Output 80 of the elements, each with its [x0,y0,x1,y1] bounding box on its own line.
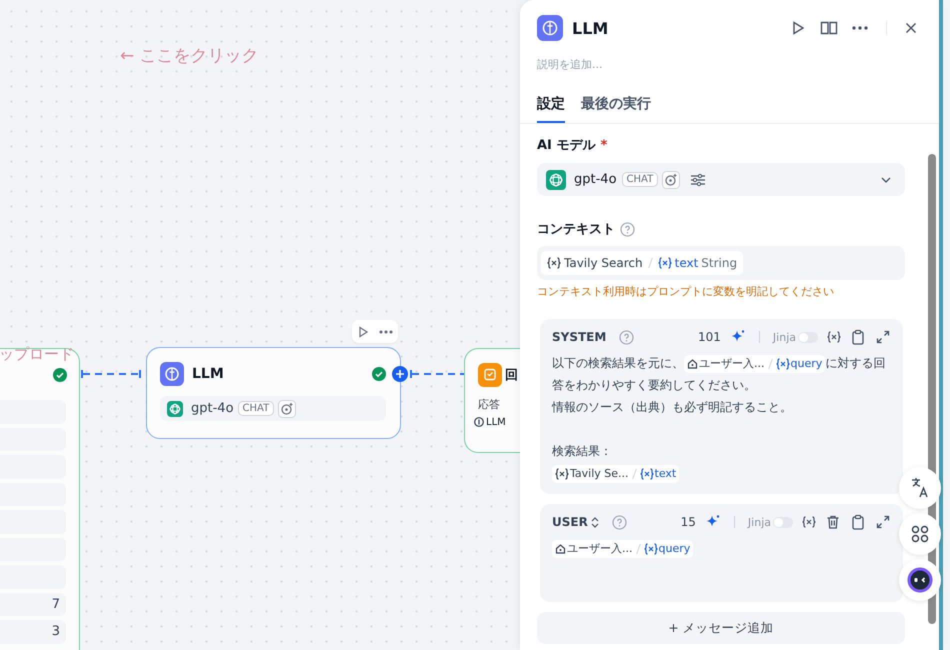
node-variable-icon [555,468,569,480]
workflow-node[interactable]: ップロード 7 3 [0,348,80,650]
role-label: SYSTEM [552,330,606,344]
workflow-node[interactable]: LLM gpt-4o CHAT [146,347,401,439]
field-row: 7 [0,592,66,616]
required-mark: * [600,138,608,152]
trash-icon[interactable] [825,514,841,530]
book-icon[interactable] [820,20,838,36]
more-icon[interactable] [852,26,868,30]
vision-icon [278,400,296,418]
expand-icon[interactable] [875,514,891,530]
play-icon[interactable] [357,326,369,338]
description-field[interactable]: 説明を追加... [537,58,837,71]
variable-chip: Tavily Se... text [552,464,680,483]
sort-icon[interactable] [590,516,599,528]
prompt-text: 答をわかりやすく要約してください。 [552,378,756,392]
clipboard-icon[interactable] [850,329,866,345]
translate-icon[interactable] [898,466,942,510]
apps-icon[interactable] [898,512,942,556]
variable-chip: ユーザー入... query [552,540,694,558]
mode-badge: CHAT [622,172,658,187]
node-title: 回 [505,367,518,384]
variable-icon [658,257,672,269]
home-icon [687,358,698,370]
model-logo-icon [167,400,183,416]
variable-chip: Tavily Search text String [541,251,744,275]
jinja-switch[interactable] [798,332,818,342]
node-type-icon [160,362,184,386]
context-field[interactable]: Tavily Search text String [537,246,905,280]
insert-variable-icon[interactable] [802,516,816,528]
home-icon [555,543,566,554]
toggle-label: Jinja [772,330,796,344]
variable-icon [776,358,790,370]
clipboard-icon[interactable] [850,514,866,530]
help-icon[interactable] [620,222,635,236]
node-title: LLM [192,366,224,382]
insert-variable-icon[interactable] [827,331,841,343]
assistant-avatar-icon[interactable] [898,558,942,602]
hint-text: ← ここをクリック [120,45,259,67]
role-label[interactable]: USER [552,515,588,529]
prompt-text: に対する回 [825,356,886,370]
model-name: gpt-4o [574,172,617,187]
vision-icon [662,170,680,188]
more-icon[interactable] [379,330,393,334]
variable-icon [640,468,654,480]
chevron-down-icon[interactable] [881,176,891,182]
field-row: 3 [0,620,66,644]
node-type-icon [537,15,563,41]
variable-icon [644,542,658,555]
panel-title: LLM [572,18,608,38]
field-label: AI モデル [537,137,596,154]
token-count: 15 [680,515,696,529]
tab[interactable]: 設定 [537,91,565,123]
model-select[interactable]: gpt-4o CHAT [537,163,905,196]
prompt-text: 情報のソース（出典）も必ず明記すること。 [552,400,792,414]
close-icon[interactable] [905,22,917,34]
field-label: 応答 [478,397,500,412]
model-logo-icon [546,170,566,190]
add-node-icon[interactable] [392,366,408,382]
sliders-icon[interactable] [690,172,706,186]
warning-text: コンテキスト利用時はプロンプトに変数を明記してください [537,284,835,299]
variable-chip: ユーザー入... query [684,354,826,373]
prompt-text: 以下の検索結果を元に、 [552,356,684,370]
token-count: 101 [698,330,721,344]
model-name: gpt-4o [191,401,234,416]
tab[interactable]: 最後の実行 [581,91,651,123]
success-check-icon [53,368,67,382]
expand-icon[interactable] [875,329,891,345]
jinja-switch[interactable] [773,516,793,528]
toggle-label: Jinja [748,516,771,528]
mode-badge: CHAT [238,401,274,416]
node-title: ップロード [0,345,74,364]
node-type-icon [474,417,484,427]
node-variable-icon [547,257,561,269]
node-type-icon [478,363,502,387]
prompt-text: 検索結果： [552,444,612,458]
field-label: コンテキスト [537,221,615,238]
success-check-icon [372,367,386,381]
workflow-node[interactable]: 回 応答 LLM [464,348,520,453]
add-message-button[interactable]: + メッセージ追加 [537,612,905,644]
